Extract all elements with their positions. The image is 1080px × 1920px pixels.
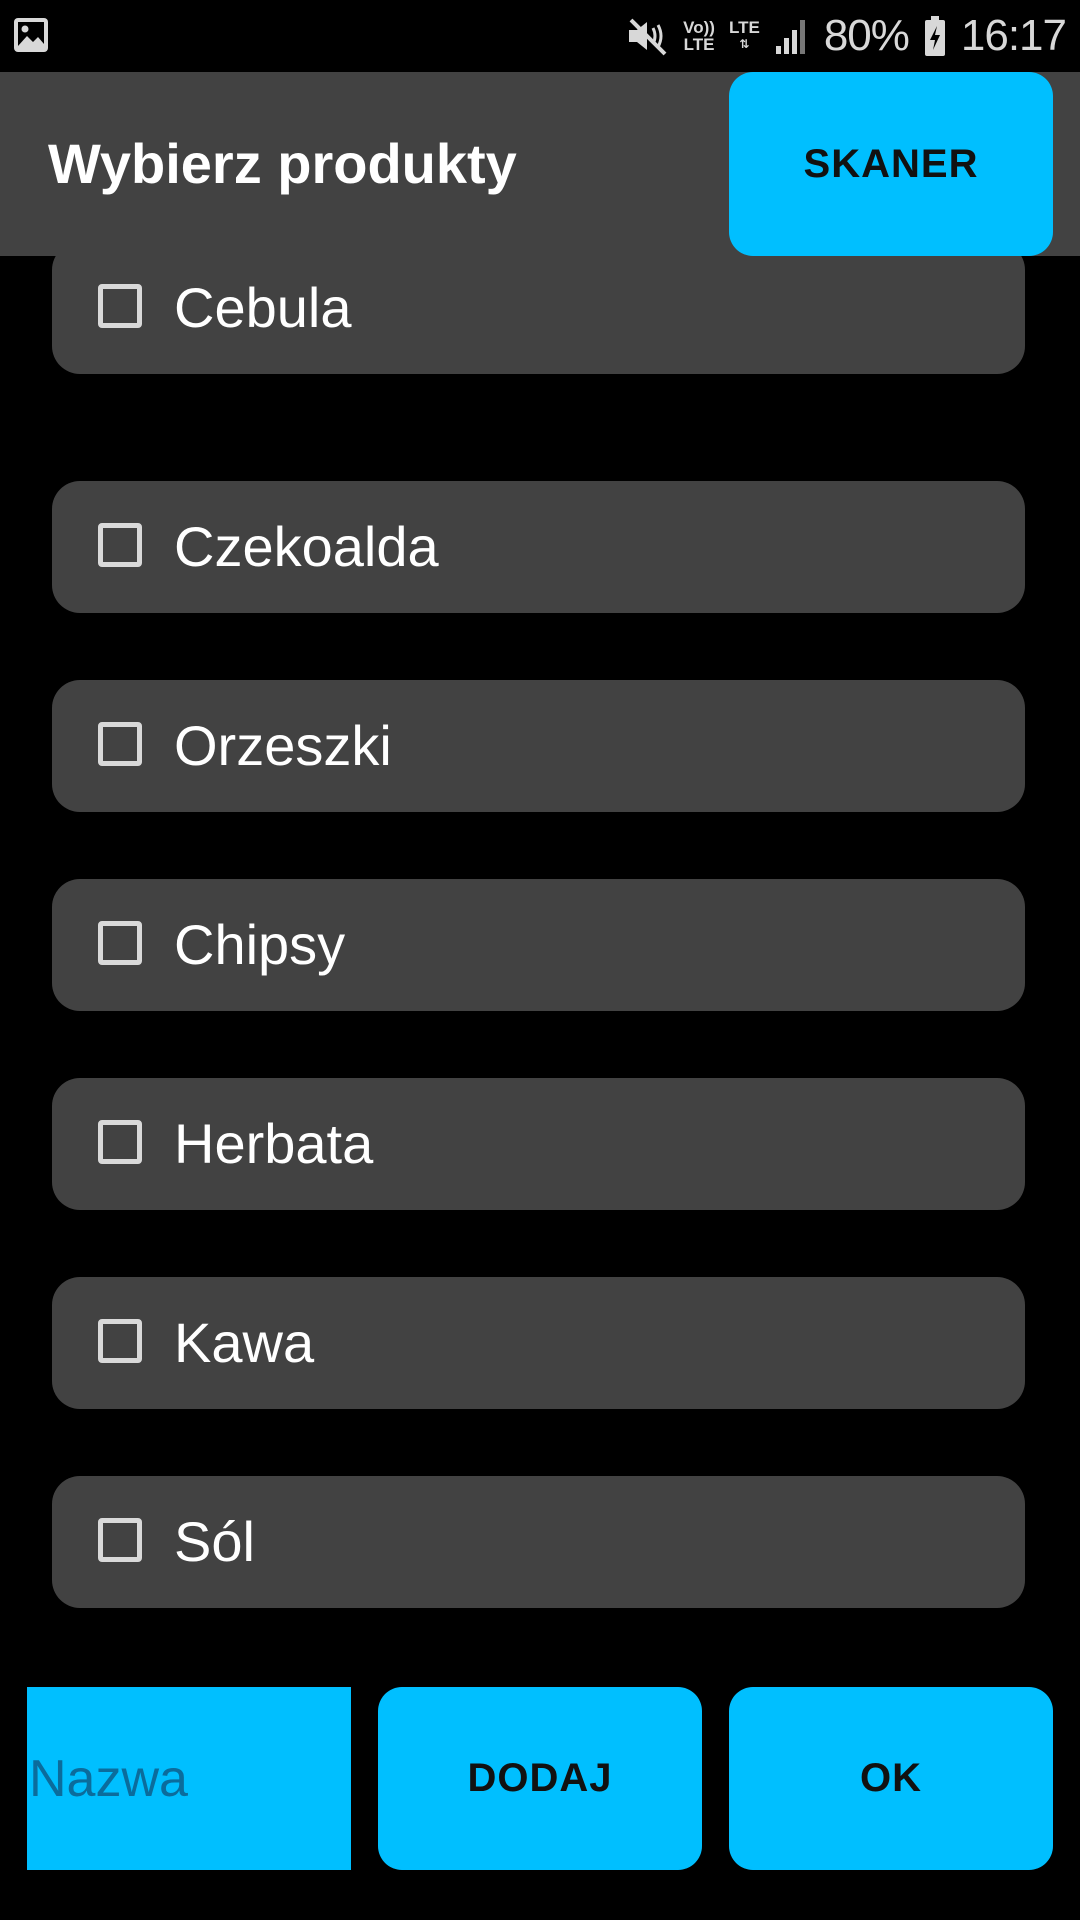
checkbox[interactable] [98,1120,142,1164]
add-button[interactable]: DODAJ [378,1687,702,1870]
status-icons: Vo)) LTE LTE ⇅ 80% 16:17 [625,0,1067,72]
item-label: Cebula [174,276,352,339]
volte-line2: LTE [683,35,715,54]
checkbox[interactable] [98,722,142,766]
mute-icon [629,18,667,56]
list-item[interactable]: Chipsy [52,879,1025,1011]
page-title: Wybierz produkty [48,132,517,195]
checkbox[interactable] [98,523,142,567]
item-label: Czekoalda [174,515,439,578]
item-label: Chipsy [174,913,346,976]
list-item[interactable]: Herbata [52,1078,1025,1210]
signal-icon [775,20,805,54]
volte-icon: Vo)) LTE [683,19,715,53]
product-list[interactable]: Cebula Czekoalda Orzeszki Chipsy Herbata… [0,256,1080,1626]
list-item[interactable]: Orzeszki [52,680,1025,812]
list-item[interactable]: Kawa [52,1277,1025,1409]
lte-icon: LTE ⇅ [729,19,760,53]
checkbox[interactable] [98,1319,142,1363]
list-item[interactable]: Cebula [52,256,1025,374]
ok-button[interactable]: OK [729,1687,1053,1870]
volte-line1: Vo)) [683,18,715,37]
lte-arrows: ⇅ [739,37,750,51]
battery-text: 80% [823,11,910,60]
item-label: Kawa [174,1311,315,1374]
item-label: Orzeszki [174,714,392,777]
list-item[interactable]: Czekoalda [52,481,1025,613]
checkbox[interactable] [98,921,142,965]
list-item[interactable]: Sól [52,1476,1025,1608]
scanner-button[interactable]: SKANER [729,72,1053,256]
status-bar: Vo)) LTE LTE ⇅ 80% 16:17 [0,0,1080,72]
checkbox[interactable] [98,1518,142,1562]
checkbox[interactable] [98,284,142,328]
screen: Vo)) LTE LTE ⇅ 80% 16:17 Wybierz produkt… [0,0,1080,1920]
clock: 16:17 [960,11,1067,60]
lte-label: LTE [728,18,760,37]
item-label: Herbata [174,1112,374,1175]
name-input[interactable] [27,1687,351,1870]
item-label: Sól [174,1510,255,1573]
battery-charging-icon [924,16,945,56]
gallery-icon [14,18,48,52]
